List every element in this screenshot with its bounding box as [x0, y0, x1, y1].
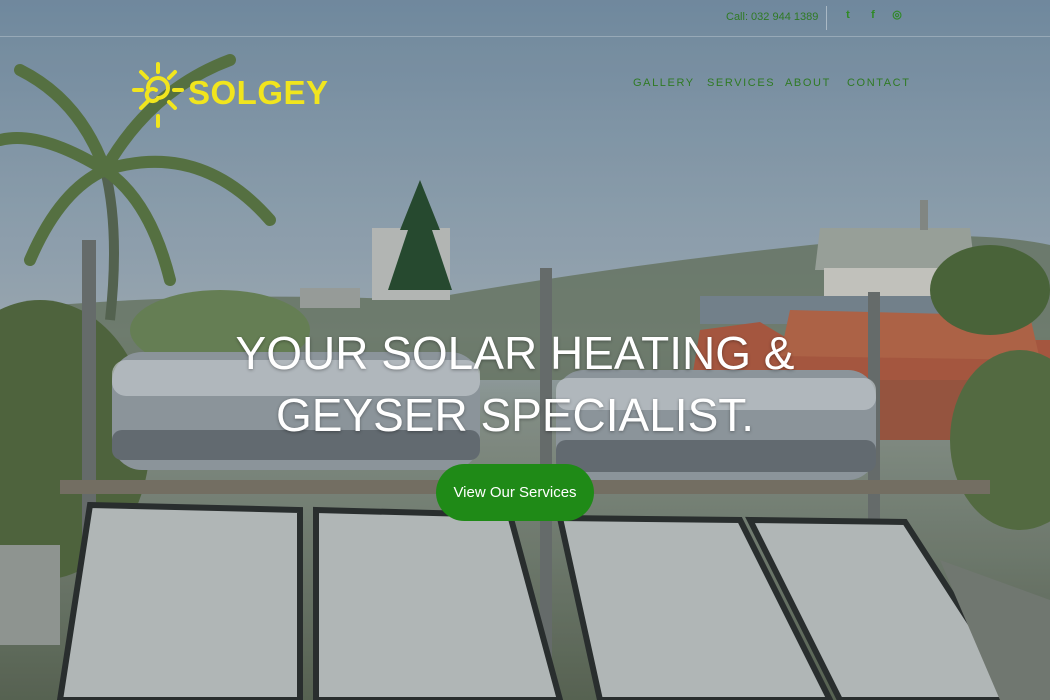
hero-headline: YOUR SOLAR HEATING & GEYSER SPECIALIST. [0, 322, 1030, 446]
nav-gallery[interactable]: GALLERY [633, 77, 695, 89]
hero-section: Call: 032 944 1389 t f ◎ SOLGEY GALLERY … [0, 0, 1050, 700]
nav-contact[interactable]: CONTACT [847, 77, 911, 89]
view-services-button[interactable]: View Our Services [436, 464, 594, 521]
topbar-divider [826, 6, 827, 30]
instagram-icon[interactable]: ◎ [891, 9, 903, 21]
hero-headline-line2: GEYSER SPECIALIST. [275, 389, 755, 441]
sun-logo-icon [132, 62, 184, 128]
twitter-icon[interactable]: t [842, 9, 854, 21]
top-bar: Call: 032 944 1389 t f ◎ [0, 0, 1050, 37]
hero-headline-line1: YOUR SOLAR HEATING & [235, 327, 795, 379]
facebook-icon[interactable]: f [867, 9, 879, 21]
nav-services[interactable]: SERVICES [707, 77, 775, 89]
call-phone-text[interactable]: Call: 032 944 1389 [726, 11, 818, 23]
brand-logo[interactable]: SOLGEY [130, 60, 328, 134]
nav-about[interactable]: ABOUT [785, 77, 831, 89]
brand-name: SOLGEY [188, 74, 329, 111]
